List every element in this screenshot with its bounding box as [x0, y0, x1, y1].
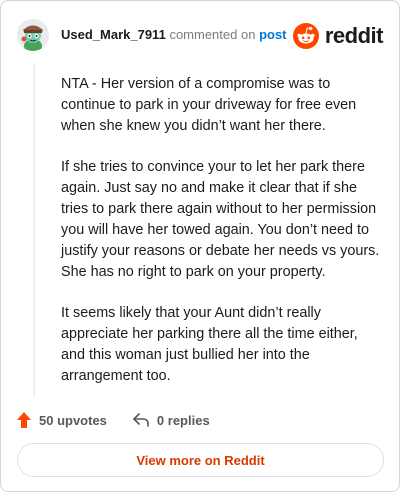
- author-line: Used_Mark_7911 commented on post: [61, 27, 287, 42]
- thread-line: [33, 63, 35, 397]
- reddit-logo[interactable]: reddit: [292, 21, 384, 51]
- comment-embed-card: Used_Mark_7911 commented on post reddit …: [0, 0, 400, 492]
- comment-paragraph: It seems likely that your Aunt didn’t re…: [61, 305, 358, 384]
- user-avatar[interactable]: [17, 19, 49, 51]
- upvotes-label: 50 upvotes: [39, 412, 107, 428]
- reddit-wordmark: reddit: [324, 23, 384, 48]
- reply-count[interactable]: 0 replies: [133, 413, 210, 428]
- post-link[interactable]: post: [259, 27, 286, 42]
- reddit-snoo-icon: [292, 23, 319, 49]
- avatar-icon: [17, 19, 49, 51]
- comment-footer: 50 upvotes 0 replies: [17, 410, 236, 430]
- reply-arrow-icon: [133, 413, 149, 427]
- upvote-count[interactable]: 50 upvotes: [17, 412, 107, 428]
- upvote-arrow-icon: [17, 412, 31, 428]
- comment-header: Used_Mark_7911 commented on post reddit: [17, 19, 384, 55]
- view-more-on-reddit-button[interactable]: View more on Reddit: [17, 443, 384, 477]
- comment-body: NTA - Her version of a compromise was to…: [61, 74, 381, 407]
- comment-paragraph: NTA - Her version of a compromise was to…: [61, 76, 357, 134]
- commented-on-text: commented on: [169, 27, 256, 42]
- replies-label: 0 replies: [156, 412, 210, 428]
- author-username[interactable]: Used_Mark_7911: [61, 27, 166, 42]
- comment-paragraph: If she tries to convince your to let her…: [61, 159, 380, 280]
